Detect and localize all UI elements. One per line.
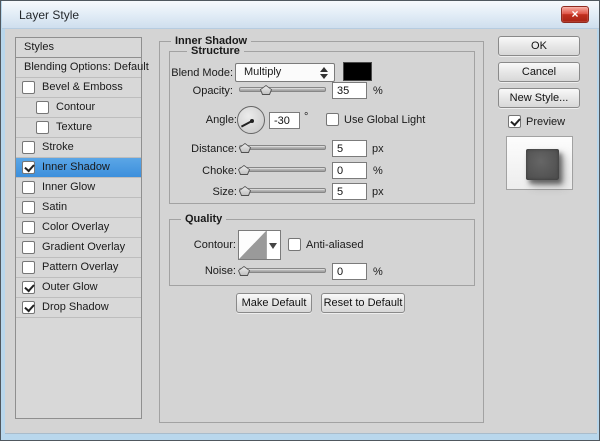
title-bar: Layer Style ×	[2, 1, 599, 29]
styles-list: Styles Blending Options: Default Bevel & …	[15, 37, 149, 419]
style-enable-checkbox[interactable]	[22, 221, 35, 234]
style-enable-checkbox[interactable]	[36, 101, 49, 114]
distance-label: Distance:	[191, 143, 237, 155]
shadow-color-swatch[interactable]	[343, 62, 372, 81]
close-icon: ×	[571, 7, 579, 21]
sidebar-item-inner-glow[interactable]: Inner Glow	[16, 178, 141, 198]
structure-legend: Structure	[187, 45, 244, 57]
style-enable-checkbox[interactable]	[22, 161, 35, 174]
dialog-title: Layer Style	[19, 8, 80, 22]
style-item-label: Inner Glow	[42, 181, 96, 193]
style-item-label: Pattern Overlay	[42, 261, 119, 273]
sidebar-item-satin[interactable]: Satin	[16, 198, 141, 218]
sidebar-item-color-overlay[interactable]: Color Overlay	[16, 218, 141, 238]
blend-mode-select[interactable]: Multiply	[235, 63, 335, 82]
blend-mode-value: Multiply	[244, 66, 282, 78]
sidebar-item-outer-glow[interactable]: Outer Glow	[16, 278, 141, 298]
choke-input[interactable]	[332, 162, 367, 179]
preview-checkbox[interactable]	[508, 115, 521, 128]
style-item-label: Inner Shadow	[42, 161, 110, 173]
contour-thumbnail	[239, 231, 267, 259]
anti-aliased-checkbox[interactable]	[288, 238, 301, 251]
noise-input[interactable]	[332, 263, 367, 280]
size-input[interactable]	[332, 183, 367, 200]
style-item-label: Bevel & Emboss	[42, 81, 123, 93]
style-item-label: Contour	[56, 101, 96, 113]
preview-label: Preview	[526, 116, 566, 128]
updown-arrows-icon	[320, 67, 328, 79]
noise-unit: %	[373, 266, 383, 278]
sidebar-item-bevel-emboss[interactable]: Bevel & Emboss	[16, 78, 141, 98]
style-item-label: Stroke	[42, 141, 74, 153]
contour-picker[interactable]	[238, 230, 281, 260]
distance-input[interactable]	[332, 140, 367, 157]
style-item-label: Gradient Overlay	[42, 241, 126, 253]
angle-input[interactable]	[269, 112, 300, 129]
style-item-label: Outer Glow	[42, 281, 98, 293]
style-enable-checkbox[interactable]	[22, 141, 35, 154]
size-label: Size:	[212, 186, 237, 198]
sidebar-item-pattern-overlay[interactable]: Pattern Overlay	[16, 258, 141, 278]
blend-mode-label: Blend Mode:	[171, 67, 233, 79]
ok-button[interactable]: OK	[498, 36, 580, 56]
noise-slider-track[interactable]	[239, 268, 326, 273]
choke-label: Choke:	[202, 165, 237, 177]
angle-unit: °	[304, 111, 309, 123]
preview-thumbnail	[526, 149, 559, 180]
layer-style-dialog: Layer Style × Styles Blending Options: D…	[0, 0, 600, 441]
distance-unit: px	[372, 143, 384, 155]
cancel-button[interactable]: Cancel	[498, 62, 580, 82]
distance-slider-track[interactable]	[239, 145, 326, 150]
size-slider-track[interactable]	[239, 188, 326, 193]
close-button[interactable]: ×	[561, 6, 589, 23]
opacity-label: Opacity:	[192, 85, 233, 97]
styles-rows: Blending Options: Default Bevel & Emboss C…	[16, 58, 149, 318]
style-item-label: Satin	[42, 201, 68, 213]
sidebar-item-blending-options-default[interactable]: Blending Options: Default	[16, 58, 149, 78]
use-global-light-checkbox[interactable]	[326, 113, 339, 126]
preview-panel	[506, 136, 573, 190]
style-item-label: Color Overlay	[42, 221, 110, 233]
style-item-label: Blending Options: Default	[24, 61, 149, 73]
choke-unit: %	[373, 165, 383, 177]
sidebar-item-contour[interactable]: Contour	[16, 98, 141, 118]
style-enable-checkbox[interactable]	[22, 181, 35, 194]
noise-label: Noise:	[204, 265, 236, 277]
make-default-button[interactable]: Make Default	[236, 293, 312, 313]
angle-dial[interactable]	[237, 106, 265, 134]
style-enable-checkbox[interactable]	[22, 261, 35, 274]
style-item-label: Drop Shadow	[42, 301, 109, 313]
sidebar-item-texture[interactable]: Texture	[16, 118, 141, 138]
chevron-down-icon	[269, 243, 277, 249]
style-enable-checkbox[interactable]	[22, 201, 35, 214]
size-unit: px	[372, 186, 384, 198]
style-item-label: Texture	[56, 121, 93, 133]
sidebar-item-gradient-overlay[interactable]: Gradient Overlay	[16, 238, 141, 258]
choke-slider-track[interactable]	[239, 167, 326, 172]
use-global-light-label: Use Global Light	[344, 114, 426, 126]
linear-contour-icon	[239, 231, 266, 259]
styles-header: Styles	[16, 38, 141, 58]
contour-label: Contour:	[193, 239, 236, 251]
sidebar-item-drop-shadow[interactable]: Drop Shadow	[16, 298, 141, 318]
opacity-unit: %	[373, 85, 383, 97]
reset-to-default-button[interactable]: Reset to Default	[321, 293, 405, 313]
quality-legend: Quality	[181, 213, 227, 225]
style-enable-checkbox[interactable]	[22, 81, 35, 94]
opacity-slider-track[interactable]	[239, 87, 326, 92]
angle-center-dot	[250, 119, 254, 123]
style-enable-checkbox[interactable]	[22, 301, 35, 314]
sidebar-item-stroke[interactable]: Stroke	[16, 138, 141, 158]
style-enable-checkbox[interactable]	[22, 241, 35, 254]
angle-label: Angle:	[205, 114, 237, 126]
style-enable-checkbox[interactable]	[36, 121, 49, 134]
new-style-button[interactable]: New Style...	[498, 88, 580, 108]
style-enable-checkbox[interactable]	[22, 281, 35, 294]
anti-aliased-label: Anti-aliased	[306, 239, 364, 251]
opacity-input[interactable]	[332, 82, 367, 99]
sidebar-item-inner-shadow[interactable]: Inner Shadow	[16, 158, 141, 178]
